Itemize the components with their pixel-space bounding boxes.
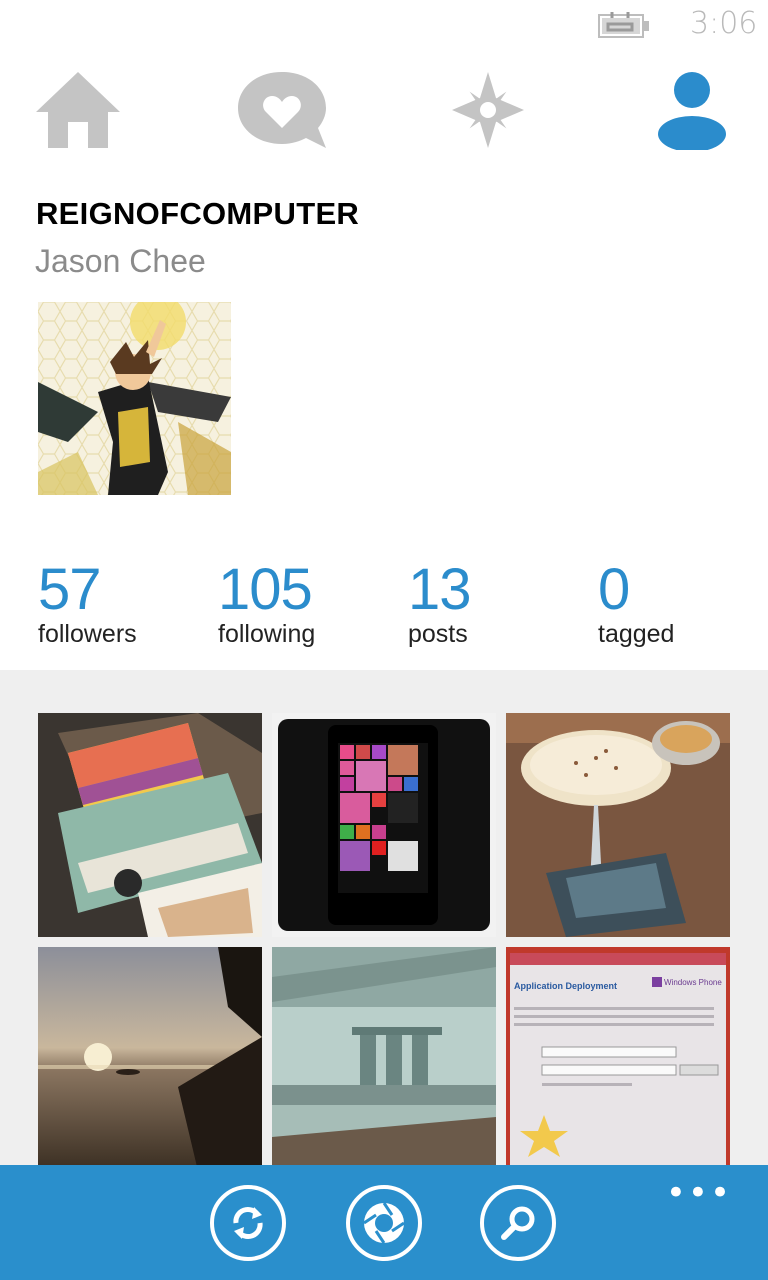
- svg-text:Windows Phone: Windows Phone: [664, 978, 722, 987]
- app-bar: •••: [0, 1165, 768, 1280]
- search-button[interactable]: [480, 1185, 556, 1261]
- status-bar: 3:06: [0, 0, 768, 50]
- refresh-icon: [233, 1207, 263, 1239]
- camera-shutter-icon: [363, 1202, 405, 1244]
- nav-explore[interactable]: [438, 62, 538, 158]
- stat-label: tagged: [598, 620, 675, 648]
- photo-grid: Application Deployment Windows Phone: [0, 670, 768, 1171]
- avatar[interactable]: [38, 302, 231, 495]
- stat-following[interactable]: 105 following: [218, 556, 315, 648]
- photo-cocktail[interactable]: [506, 713, 730, 937]
- camera-button[interactable]: [346, 1185, 422, 1261]
- photo-image: Application Deployment Windows Phone: [506, 947, 730, 1171]
- photo-marina-bay[interactable]: [272, 947, 496, 1171]
- profile-icon: [658, 72, 726, 150]
- stat-value: 0: [598, 557, 630, 622]
- nav-home[interactable]: [28, 62, 128, 158]
- stat-label: followers: [38, 620, 137, 648]
- photo-sunset[interactable]: [38, 947, 262, 1171]
- photo-windows-phone[interactable]: [272, 713, 496, 937]
- photo-app-deployment[interactable]: Application Deployment Windows Phone: [506, 947, 730, 1171]
- refresh-button[interactable]: [210, 1185, 286, 1261]
- stat-tagged[interactable]: 0 tagged: [598, 556, 674, 648]
- svg-text:Application Deployment: Application Deployment: [514, 981, 617, 991]
- stat-label: posts: [408, 620, 468, 648]
- profile-stats: 57 followers 105 following 13 posts 0 ta…: [0, 556, 768, 666]
- news-heart-icon: [238, 72, 326, 148]
- stat-posts[interactable]: 13 posts: [408, 556, 472, 648]
- photo-image: [38, 713, 262, 937]
- avatar-image: [38, 302, 231, 495]
- search-icon: [501, 1206, 535, 1240]
- explore-star-icon: [452, 72, 524, 148]
- stat-value: 13: [408, 557, 472, 622]
- photo-polaroid-camera[interactable]: [38, 713, 262, 937]
- photo-image: [272, 713, 496, 937]
- photo-image: [38, 947, 262, 1171]
- nav-profile[interactable]: [642, 62, 742, 158]
- nav-news[interactable]: [232, 62, 332, 158]
- stat-followers[interactable]: 57 followers: [38, 556, 137, 648]
- home-icon: [36, 72, 120, 148]
- stat-value: 105: [218, 557, 313, 622]
- more-options-button[interactable]: •••: [666, 1176, 732, 1210]
- clock: 3:06: [690, 6, 758, 41]
- stat-value: 57: [38, 557, 102, 622]
- username: REIGNOFCOMPUTER: [36, 196, 360, 231]
- top-nav: [0, 62, 768, 162]
- photo-image: [272, 947, 496, 1171]
- photo-image: [506, 713, 730, 937]
- battery-charging-icon: [598, 12, 649, 38]
- full-name: Jason Chee: [35, 243, 206, 279]
- stat-label: following: [218, 620, 316, 648]
